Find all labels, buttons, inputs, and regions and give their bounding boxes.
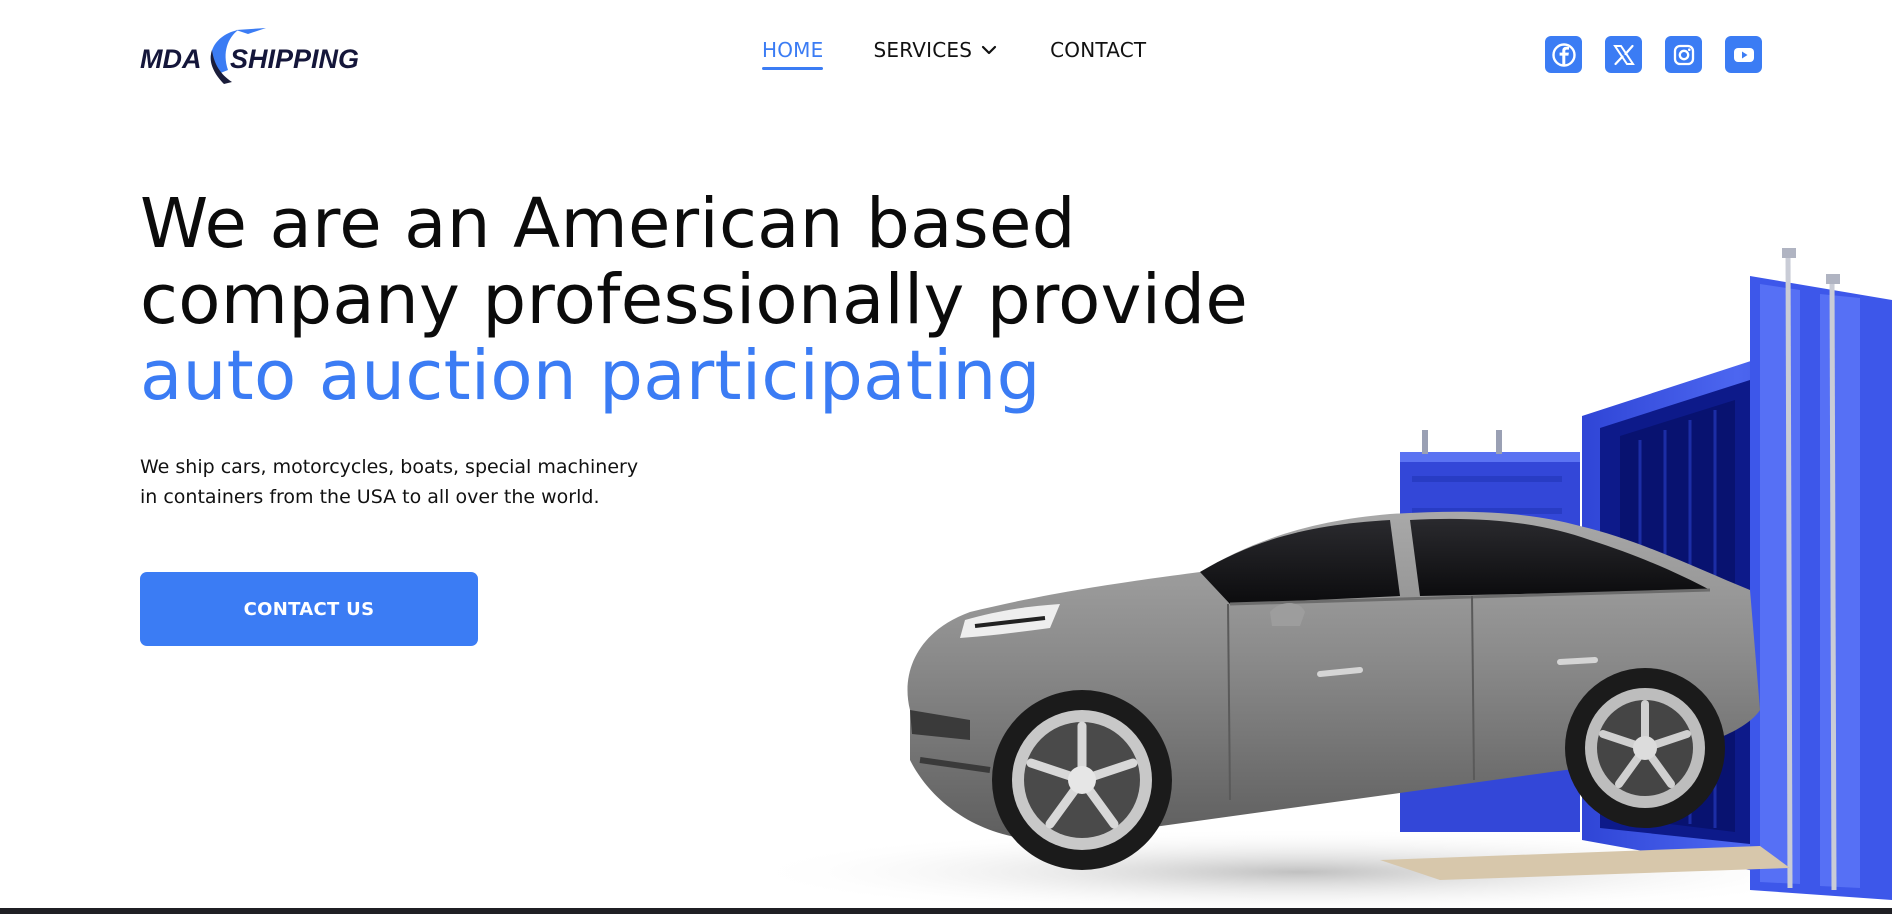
facebook-icon xyxy=(1551,42,1576,67)
x-twitter-icon xyxy=(1612,44,1635,65)
main-nav: HOME SERVICES CONTACT xyxy=(762,38,1146,74)
youtube-icon xyxy=(1733,47,1754,62)
instagram-icon xyxy=(1673,44,1694,65)
car xyxy=(907,511,1760,870)
nav-services-label: SERVICES xyxy=(873,38,973,62)
brand-logo[interactable]: MDA SHIPPING xyxy=(140,22,370,90)
hero-description: We ship cars, motorcycles, boats, specia… xyxy=(140,452,700,512)
nav-home-link[interactable]: HOME xyxy=(762,38,824,70)
contact-us-button[interactable]: CONTACT US xyxy=(140,572,478,646)
chevron-down-icon xyxy=(982,45,997,55)
car-and-container-illustration xyxy=(760,248,1892,914)
nav-contact-link[interactable]: CONTACT xyxy=(1050,38,1146,62)
logo-shipping-text: SHIPPING xyxy=(230,44,359,74)
instagram-link[interactable] xyxy=(1665,36,1702,73)
hero-description-line-2: in containers from the USA to all over t… xyxy=(140,486,600,508)
hero-car-container-image xyxy=(760,240,1892,914)
bottom-divider xyxy=(0,908,1892,914)
logo-graphic: MDA SHIPPING xyxy=(140,28,359,84)
x-twitter-link[interactable] xyxy=(1605,36,1642,73)
nav-services-dropdown[interactable]: SERVICES xyxy=(873,38,998,62)
page: MDA SHIPPING HOME SERVICES CONTACT We ar… xyxy=(0,0,1892,914)
site-header: MDA SHIPPING HOME SERVICES CONTACT xyxy=(0,0,1892,110)
hero-description-line-1: We ship cars, motorcycles, boats, specia… xyxy=(140,456,639,478)
youtube-link[interactable] xyxy=(1725,36,1762,73)
logo-mda-text: MDA xyxy=(140,44,202,74)
social-links xyxy=(1545,36,1762,73)
facebook-link[interactable] xyxy=(1545,36,1582,73)
